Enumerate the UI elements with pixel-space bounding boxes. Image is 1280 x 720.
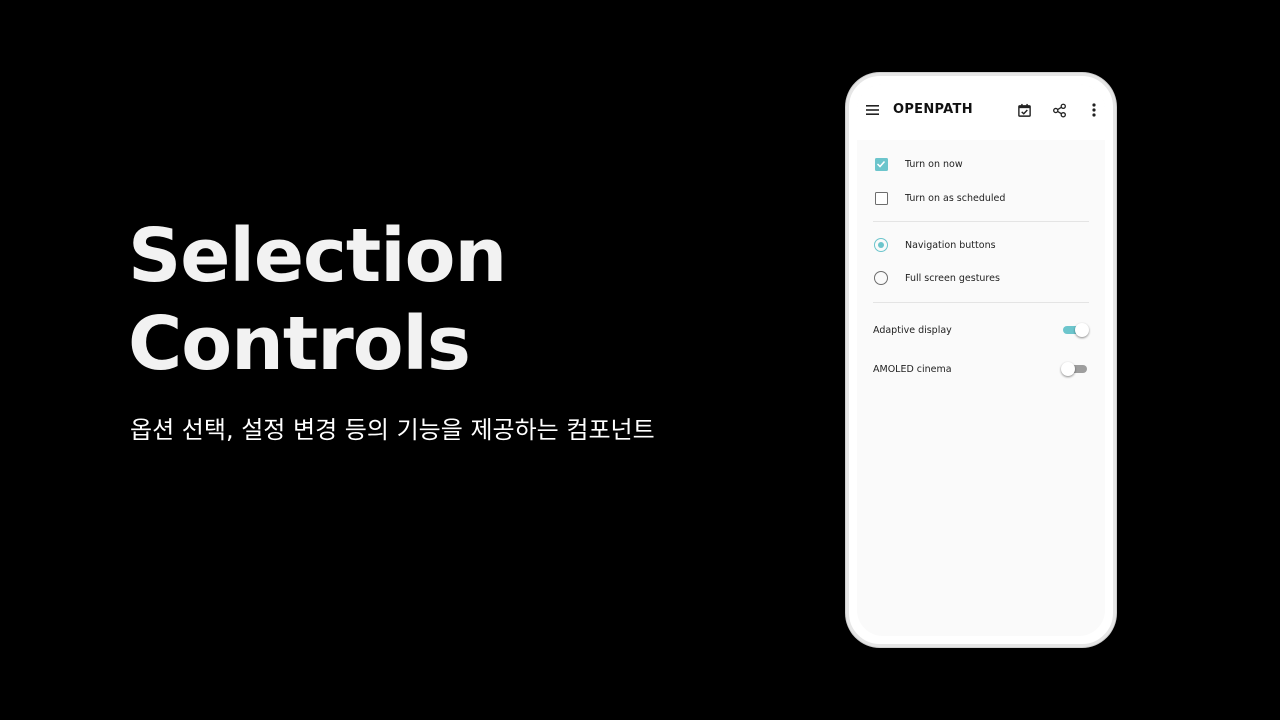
hero-title-line-2: Controls xyxy=(128,301,471,387)
divider xyxy=(873,302,1089,303)
radio-circle[interactable] xyxy=(874,271,888,285)
menu-icon[interactable] xyxy=(861,98,885,122)
checkbox-row-turn-on-as-scheduled[interactable]: Turn on as scheduled xyxy=(857,183,1105,213)
checkbox-box[interactable] xyxy=(874,157,888,171)
radio-navigation-buttons[interactable] xyxy=(873,237,889,253)
switch-row-adaptive-display[interactable]: Adaptive display xyxy=(857,315,1105,345)
more-vert-icon[interactable] xyxy=(1082,98,1105,122)
app-bar: OPENPATH xyxy=(857,84,1105,140)
share-icon[interactable] xyxy=(1047,98,1071,122)
hero-title: Selection Controls xyxy=(128,212,507,388)
divider xyxy=(873,221,1089,222)
radio-label: Navigation buttons xyxy=(905,239,996,251)
switch-thumb[interactable] xyxy=(1075,323,1089,337)
switch-amoled-cinema[interactable] xyxy=(1061,361,1089,377)
hero-subtitle: 옵션 선택, 설정 변경 등의 기능을 제공하는 컴포넌트 xyxy=(130,416,655,444)
switch-adaptive-display[interactable] xyxy=(1061,322,1089,338)
switch-label: Adaptive display xyxy=(873,324,952,336)
checkbox-turn-on-now[interactable] xyxy=(873,156,889,172)
radio-label: Full screen gestures xyxy=(905,272,1000,284)
radio-row-navigation-buttons[interactable]: Navigation buttons xyxy=(857,230,1105,260)
radio-row-full-screen-gestures[interactable]: Full screen gestures xyxy=(857,263,1105,293)
switch-thumb[interactable] xyxy=(1061,362,1075,376)
switch-label: AMOLED cinema xyxy=(873,363,952,375)
calendar-check-icon[interactable] xyxy=(1012,98,1036,122)
checkbox-turn-on-as-scheduled[interactable] xyxy=(873,190,889,206)
app-title: OPENPATH xyxy=(893,102,973,117)
radio-circle[interactable] xyxy=(874,238,888,252)
switch-row-amoled-cinema[interactable]: AMOLED cinema xyxy=(857,354,1105,384)
phone-screen: OPENPATH Turn on now Turn on as schedule… xyxy=(857,84,1105,636)
checkbox-row-turn-on-now[interactable]: Turn on now xyxy=(857,149,1105,179)
checkbox-label: Turn on as scheduled xyxy=(905,192,1006,204)
hero-title-line-1: Selection xyxy=(128,213,507,299)
phone-mockup: OPENPATH Turn on now Turn on as schedule… xyxy=(846,73,1116,647)
checkbox-label: Turn on now xyxy=(905,158,963,170)
radio-full-screen-gestures[interactable] xyxy=(873,270,889,286)
checkbox-box[interactable] xyxy=(874,191,888,205)
